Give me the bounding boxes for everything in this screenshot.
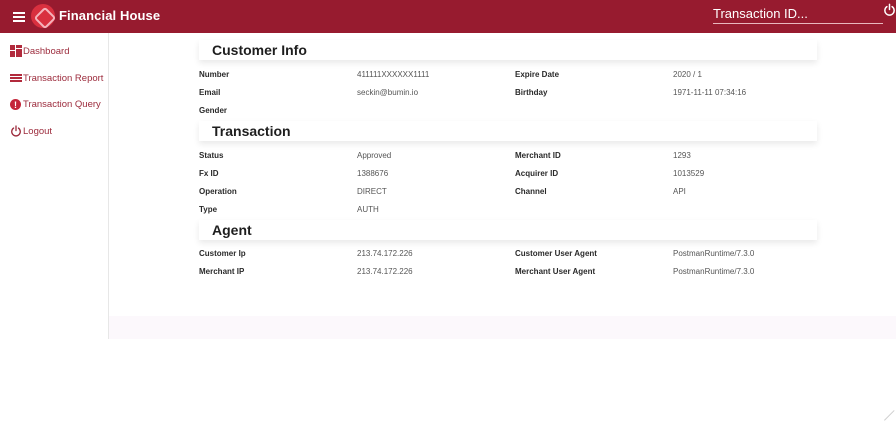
top-bar: Financial House [0, 0, 896, 33]
channel-label: Channel [515, 187, 547, 196]
menu-icon[interactable] [13, 9, 27, 23]
sidebar-item-transaction-report[interactable]: Transaction Report [10, 70, 103, 86]
sidebar-item-dashboard[interactable]: Dashboard [10, 43, 69, 59]
power-icon[interactable] [883, 3, 896, 17]
sidebar-item-transaction-query[interactable]: ! Transaction Query [10, 96, 101, 112]
status-label: Status [199, 151, 224, 160]
alert-icon: ! [10, 98, 21, 110]
channel-value: API [673, 187, 686, 196]
number-value: 411111XXXXXX1111 [357, 70, 430, 79]
email-value: seckin@bumin.io [357, 88, 419, 97]
merchant-id-label: Merchant ID [515, 151, 561, 160]
customer-user-agent-label: Customer User Agent [515, 249, 597, 258]
customer-user-agent-value: PostmanRuntime/7.3.0 [673, 249, 755, 258]
expire-date-value: 2020 / 1 [673, 70, 702, 79]
gender-label: Gender [199, 106, 228, 115]
dashboard-icon [10, 45, 22, 57]
sidebar-item-label: Dashboard [23, 45, 70, 57]
merchant-ip-value: 213.74.172.226 [357, 267, 413, 276]
section-title: Transaction [212, 123, 291, 139]
power-icon [11, 125, 21, 137]
birthday-value: 1971-11-11 07:34:16 [673, 88, 747, 97]
sidebar-item-label: Logout [23, 125, 53, 137]
merchant-user-agent-label: Merchant User Agent [515, 267, 596, 276]
sidebar: Dashboard Transaction Report ! Transacti… [0, 33, 109, 339]
merchant-user-agent-value: PostmanRuntime/7.3.0 [673, 267, 755, 276]
section-title: Customer Info [212, 42, 307, 58]
type-value: AUTH [357, 205, 379, 214]
logo-icon [31, 4, 55, 28]
list-icon [10, 72, 22, 84]
customer-ip-label: Customer Ip [199, 249, 246, 258]
sidebar-item-logout[interactable]: Logout [10, 123, 52, 139]
number-label: Number [199, 70, 230, 79]
fx-id-label: Fx ID [199, 169, 219, 178]
expire-date-label: Expire Date [515, 70, 560, 79]
type-label: Type [199, 205, 218, 214]
section-transaction: Transaction [199, 121, 817, 141]
app-title: Financial House [59, 8, 161, 23]
merchant-id-value: 1293 [673, 151, 691, 160]
section-agent: Agent [199, 220, 817, 240]
section-title: Agent [212, 222, 252, 238]
acquirer-id-value: 1013529 [673, 169, 705, 178]
operation-label: Operation [199, 187, 237, 196]
merchant-ip-label: Merchant IP [199, 267, 245, 276]
status-value: Approved [357, 151, 392, 160]
transaction-search-input[interactable] [713, 4, 883, 24]
sidebar-item-label: Transaction Report [23, 72, 104, 84]
section-customer-info: Customer Info [199, 40, 817, 60]
sidebar-item-label: Transaction Query [23, 98, 101, 110]
email-label: Email [199, 88, 221, 97]
footer-band [109, 316, 896, 339]
fx-id-value: 1388676 [357, 169, 389, 178]
birthday-label: Birthday [515, 88, 548, 97]
operation-value: DIRECT [357, 187, 387, 196]
resize-handle-icon [884, 410, 896, 430]
acquirer-id-label: Acquirer ID [515, 169, 559, 178]
customer-ip-value: 213.74.172.226 [357, 249, 413, 258]
